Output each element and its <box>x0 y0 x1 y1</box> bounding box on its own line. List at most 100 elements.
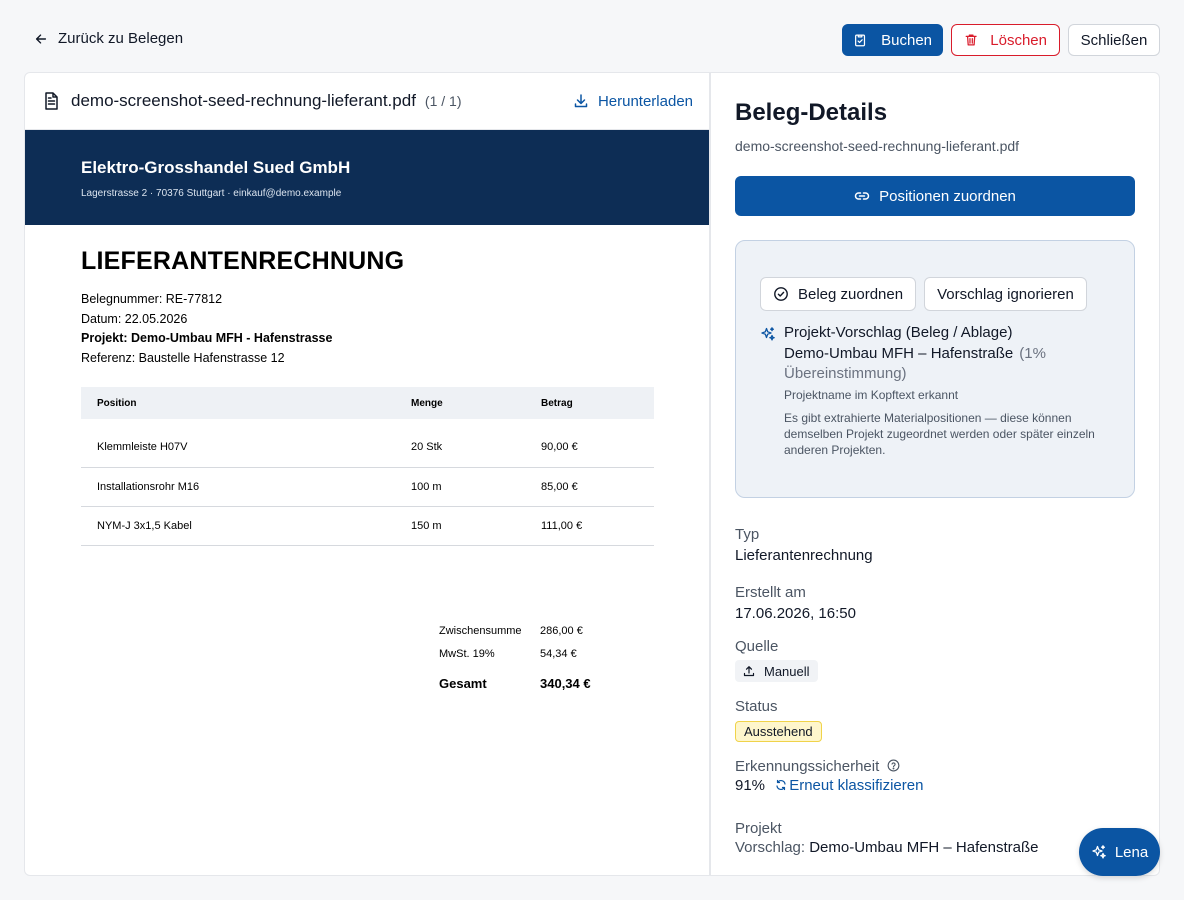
suggestion-project: Demo-Umbau MFH – Hafenstraße <box>784 345 1014 362</box>
subtotal-row: Zwischensumme 286,00 € <box>439 619 591 642</box>
suggestion-actions: Beleg zuordnen Vorschlag ignorieren <box>760 277 1110 311</box>
assistant-label: Lena <box>1114 843 1149 861</box>
source-value: Manuell <box>764 663 810 679</box>
viewer-filename: demo-screenshot-seed-rechnung-lieferant.… <box>71 91 416 110</box>
confidence-value: 91% <box>735 777 766 794</box>
table-row: Klemmleiste H07V 20 Stk 90,00 € <box>81 419 654 468</box>
document-project: Projekt: Demo-Umbau MFH - Hafenstrasse <box>81 331 333 345</box>
field-project-value-row: Vorschlag: Demo-Umbau MFH – Hafenstraße <box>735 839 1135 856</box>
ignore-suggestion-button[interactable]: Vorschlag ignorieren <box>924 277 1087 311</box>
document-page: LIEFERANTENRECHNUNG Belegnummer: RE-7781… <box>25 225 709 546</box>
table-header-quantity: Menge <box>395 387 525 419</box>
subtotal-value: 286,00 € <box>540 624 583 637</box>
suggestion-content: Projekt-Vorschlag (Beleg / Ablage) Demo-… <box>760 324 1110 458</box>
assign-positions-button[interactable]: Positionen zuordnen <box>735 176 1135 216</box>
table-cell-position: NYM-J 3x1,5 Kabel <box>81 506 395 546</box>
table-cell-amount: 111,00 € <box>525 506 654 546</box>
total-label: Gesamt <box>439 676 487 691</box>
sparkles-icon <box>1092 845 1106 859</box>
document-letterhead: Elektro-Grosshandel Sued GmbH Lagerstras… <box>25 130 709 225</box>
field-created-label: Erstellt am <box>735 584 806 601</box>
suggestion-project-line: Demo-Umbau MFH – Hafenstraße (1% Übereins… <box>784 344 1110 384</box>
table-header-position: Position <box>81 387 395 419</box>
table-cell-amount: 90,00 € <box>525 419 654 468</box>
subtotal-label: Zwischensumme <box>439 624 522 637</box>
line-items-table: Position Menge Betrag Klemmleiste H07V 2… <box>81 387 654 546</box>
viewer-header: demo-screenshot-seed-rechnung-lieferant.… <box>25 73 709 130</box>
trash-icon <box>965 34 977 46</box>
details-title: Beleg-Details <box>735 99 888 126</box>
document-company: Elektro-Grosshandel Sued GmbH <box>81 158 351 177</box>
refresh-icon <box>776 779 786 791</box>
ignore-suggestion-label: Vorschlag ignorieren <box>937 285 1074 303</box>
field-confidence-label-row: Erkennungssicherheit <box>735 758 1135 775</box>
assign-document-label: Beleg zuordnen <box>798 285 904 303</box>
field-status: Status Ausstehend <box>735 698 1135 742</box>
table-cell-quantity: 100 m <box>395 467 525 507</box>
reclassify-link[interactable]: Erneut klassifizieren <box>775 777 923 794</box>
field-project: Projekt Vorschlag: Demo-Umbau MFH – Hafe… <box>735 820 1135 856</box>
field-status-label: Status <box>735 698 778 715</box>
file-text-icon <box>45 92 58 110</box>
check-circle-icon <box>774 287 788 301</box>
book-button[interactable]: Buchen <box>842 24 943 56</box>
toolbar: Buchen Löschen Schließen <box>842 24 1160 56</box>
document-totals: Zwischensumme 286,00 € MwSt. 19% 54,34 €… <box>439 619 591 695</box>
close-button[interactable]: Schließen <box>1068 24 1160 56</box>
assign-document-button[interactable]: Beleg zuordnen <box>760 277 917 311</box>
reclassify-label: Erneut klassifizieren <box>789 777 924 794</box>
field-project-label: Projekt <box>735 820 782 837</box>
download-link[interactable]: Herunterladen <box>573 93 693 110</box>
field-type-label: Typ <box>735 526 760 543</box>
project-prefix: Vorschlag: <box>735 839 806 856</box>
page-indicator: (1 / 1) <box>424 93 462 109</box>
total-value: 340,34 € <box>540 676 591 691</box>
field-type-value: Lieferantenrechnung <box>735 547 873 564</box>
delete-label: Löschen <box>990 31 1047 49</box>
field-source: Quelle Manuell <box>735 638 1135 682</box>
book-label: Buchen <box>881 31 932 49</box>
suggestion-reason: Projektname im Kopftext erkannt <box>784 388 959 402</box>
source-chip: Manuell <box>735 660 818 682</box>
assistant-button[interactable]: Lena <box>1079 828 1160 876</box>
tax-row: MwSt. 19% 54,34 € <box>439 642 591 665</box>
clipboard-check-icon <box>855 34 866 47</box>
download-label: Herunterladen <box>597 92 693 110</box>
status-badge: Ausstehend <box>735 721 822 742</box>
close-label: Schließen <box>1080 31 1148 49</box>
field-created-value: 17.06.2026, 16:50 <box>735 605 856 622</box>
table-cell-quantity: 150 m <box>395 506 525 546</box>
suggestion-text: Projekt-Vorschlag (Beleg / Ablage) Demo-… <box>784 324 1110 458</box>
document-title: LIEFERANTENRECHNUNG <box>81 247 405 275</box>
table-header-row: Position Menge Betrag <box>81 387 654 419</box>
table-cell-quantity: 20 Stk <box>395 419 525 468</box>
document-address: Lagerstrasse 2 · 70376 Stuttgart · einka… <box>81 188 342 199</box>
details-filename: demo-screenshot-seed-rechnung-lieferant.… <box>735 138 1020 154</box>
document-meta: Belegnummer: RE-77812 Datum: 22.05.2026 … <box>81 290 653 368</box>
suggestion-note: Es gibt extrahierte Materialpositionen —… <box>784 411 1095 457</box>
total-row: Gesamt 340,34 € <box>439 672 591 695</box>
table-cell-amount: 85,00 € <box>525 467 654 507</box>
table-row: Installationsrohr M16 100 m 85,00 € <box>81 467 654 507</box>
delete-button[interactable]: Löschen <box>951 24 1060 56</box>
back-link[interactable]: Zurück zu Belegen <box>34 30 183 47</box>
suggestion-heading: Projekt-Vorschlag (Beleg / Ablage) <box>784 324 1013 341</box>
document-reference: Referenz: Baustelle Hafenstrasse 12 <box>81 350 285 365</box>
details-panel: Beleg-Details demo-screenshot-seed-rechn… <box>710 72 1160 876</box>
field-confidence: Erkennungssicherheit 91% Erneut klassifi… <box>735 758 1135 794</box>
document-date: Datum: 22.05.2026 <box>81 311 188 326</box>
field-type: Typ Lieferantenrechnung <box>735 526 1135 564</box>
document-viewer: demo-screenshot-seed-rechnung-lieferant.… <box>24 72 710 876</box>
field-created: Erstellt am 17.06.2026, 16:50 <box>735 584 1135 622</box>
table-cell-position: Installationsrohr M16 <box>81 467 395 507</box>
field-confidence-value-row: 91% Erneut klassifizieren <box>735 777 1135 794</box>
arrow-left-icon <box>35 33 47 44</box>
document-number: Belegnummer: RE-77812 <box>81 292 223 306</box>
tax-label: MwSt. 19% <box>439 647 495 660</box>
sparkles-icon <box>761 327 775 341</box>
field-source-label: Quelle <box>735 638 779 655</box>
help-circle-icon[interactable] <box>887 759 900 772</box>
project-value: Demo-Umbau MFH – Hafenstraße <box>809 839 1039 856</box>
table-header-amount: Betrag <box>525 387 654 419</box>
table-row: NYM-J 3x1,5 Kabel 150 m 111,00 € <box>81 506 654 546</box>
